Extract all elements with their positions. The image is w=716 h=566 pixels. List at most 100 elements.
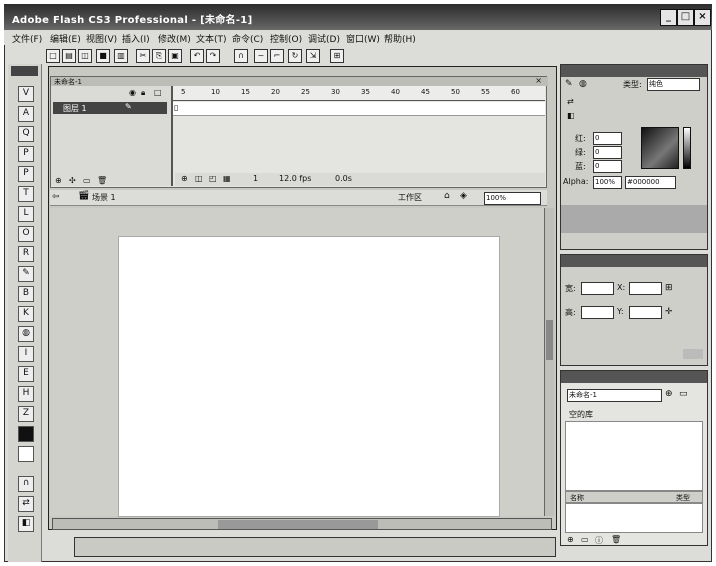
print-icon[interactable]: ▥ <box>114 49 128 63</box>
bridge-icon[interactable]: ◫ <box>78 49 92 63</box>
new-folder-icon[interactable]: ▭ <box>581 535 589 544</box>
hand-tool-icon[interactable]: H <box>18 386 34 402</box>
straighten-icon[interactable]: ⌐ <box>270 49 284 63</box>
scale-icon[interactable]: ⇲ <box>306 49 320 63</box>
menu-file[interactable]: 文件(F) <box>12 32 42 45</box>
menu-view[interactable]: 视图(V) <box>86 32 117 45</box>
ink-bottle-tool-icon[interactable]: K <box>18 306 34 322</box>
line-tool-icon[interactable]: L <box>18 206 34 222</box>
fill-type-select[interactable]: 纯色 <box>647 78 700 91</box>
free-transform-tool-icon[interactable]: Q <box>18 126 34 142</box>
delete-icon[interactable]: 🗑︎ <box>611 535 621 544</box>
type-column-header[interactable]: 类型 <box>676 493 690 503</box>
paint-bucket-tool-icon[interactable]: ◍ <box>18 326 34 342</box>
insert-folder-icon[interactable]: ▭ <box>83 176 91 185</box>
menu-text[interactable]: 文本(T) <box>196 32 227 45</box>
motion-guide-icon[interactable]: ✣ <box>69 176 76 185</box>
snap-magnet-icon[interactable]: ∩ <box>234 49 248 63</box>
default-colors-icon[interactable]: ◧ <box>18 516 34 532</box>
delete-layer-icon[interactable]: 🗑︎ <box>97 176 107 185</box>
close-button[interactable]: × <box>694 9 711 26</box>
save-icon[interactable]: ■ <box>96 49 110 63</box>
scene-name[interactable]: 场景 1 <box>92 192 116 203</box>
pin-icon[interactable]: ⊕ <box>665 389 673 399</box>
zoom-tool-icon[interactable]: Z <box>18 406 34 422</box>
timeline-close-icon[interactable]: × <box>535 76 542 85</box>
onion-skin-icon[interactable]: ◫ <box>195 174 203 183</box>
menu-insert[interactable]: 插入(I) <box>122 32 150 45</box>
menu-commands[interactable]: 命令(C) <box>232 32 263 45</box>
alpha-input[interactable]: 100% <box>593 176 622 189</box>
pencil-tool-icon[interactable]: ✎ <box>18 266 34 282</box>
selection-tool-icon[interactable]: V <box>18 86 34 102</box>
workspace-dropdown[interactable]: 工作区 <box>398 192 422 203</box>
horizontal-scrollbar[interactable] <box>52 518 552 530</box>
blue-input[interactable]: 0 <box>593 160 622 173</box>
menu-modify[interactable]: 修改(M) <box>158 32 191 45</box>
minimize-button[interactable]: _ <box>660 9 677 26</box>
library-document-select[interactable]: 未命名-1 <box>567 389 662 402</box>
menu-window[interactable]: 窗口(W) <box>346 32 380 45</box>
center-frame-icon[interactable]: ⊕ <box>181 174 188 183</box>
oval-tool-icon[interactable]: O <box>18 226 34 242</box>
vertical-scroll-thumb[interactable] <box>546 320 553 360</box>
new-symbol-icon[interactable]: ⊕ <box>567 535 574 544</box>
eye-icon[interactable]: ◉ <box>129 88 136 97</box>
open-folder-icon[interactable]: ▤ <box>62 49 76 63</box>
stroke-color-swatch[interactable] <box>18 426 34 442</box>
menu-edit[interactable]: 编辑(E) <box>50 32 81 45</box>
zoom-field[interactable]: 100% <box>484 192 541 205</box>
library-list[interactable] <box>565 503 703 533</box>
playhead-marker[interactable]: ▯ <box>174 103 178 112</box>
green-input[interactable]: 0 <box>593 146 622 159</box>
insert-layer-icon[interactable]: ⊕ <box>55 176 62 185</box>
menu-help[interactable]: 帮助(H) <box>384 32 416 45</box>
brush-tool-icon[interactable]: B <box>18 286 34 302</box>
new-document-icon[interactable]: □ <box>46 49 60 63</box>
name-column-header[interactable]: 名称 <box>570 493 584 503</box>
subselection-tool-icon[interactable]: A <box>18 106 34 122</box>
smooth-icon[interactable]: ~ <box>254 49 268 63</box>
maximize-button[interactable]: □ <box>677 9 694 26</box>
vertical-scrollbar[interactable] <box>544 208 554 516</box>
redo-icon[interactable]: ↷ <box>206 49 220 63</box>
outline-icon[interactable]: □ <box>154 88 162 97</box>
eyedropper-tool-icon[interactable]: I <box>18 346 34 362</box>
menu-control[interactable]: 控制(O) <box>270 32 302 45</box>
new-library-icon[interactable]: ▭ <box>679 389 688 399</box>
lock-icon[interactable]: 🔒︎ <box>141 88 145 98</box>
stage-canvas[interactable] <box>118 236 500 517</box>
undo-icon[interactable]: ↶ <box>190 49 204 63</box>
text-tool-icon[interactable]: T <box>18 186 34 202</box>
frame-row[interactable]: ▯ <box>173 102 545 116</box>
lasso-tool-icon[interactable]: P <box>18 146 34 162</box>
red-input[interactable]: 0 <box>593 132 622 145</box>
align-icon[interactable]: ⊞ <box>330 49 344 63</box>
copy-icon[interactable]: ⎘ <box>152 49 166 63</box>
horizontal-scroll-thumb[interactable] <box>218 520 378 529</box>
snap-to-objects-icon[interactable]: ∩ <box>18 476 34 492</box>
edit-multiple-frames-icon[interactable]: ▦ <box>223 174 231 183</box>
rotate-icon[interactable]: ↻ <box>288 49 302 63</box>
pen-tool-icon[interactable]: P <box>18 166 34 182</box>
stroke-pencil-icon[interactable]: ✎ <box>565 79 573 89</box>
swap-icon[interactable]: ⇄ <box>567 97 574 106</box>
onion-outline-icon[interactable]: ◰ <box>209 174 217 183</box>
layer-row[interactable]: 图层 1 ✎ <box>53 102 167 114</box>
cut-icon[interactable]: ✂ <box>136 49 150 63</box>
back-arrow-icon[interactable]: ⇦ <box>52 192 60 202</box>
fill-bucket-icon[interactable]: ◍ <box>579 79 587 89</box>
fill-color-swatch[interactable] <box>18 446 34 462</box>
properties-icon[interactable]: ⓘ <box>595 535 603 546</box>
brightness-slider[interactable] <box>683 127 691 169</box>
color-spectrum[interactable] <box>641 127 679 169</box>
rectangle-tool-icon[interactable]: R <box>18 246 34 262</box>
hex-input[interactable]: #000000 <box>625 176 676 189</box>
edit-symbols-icon[interactable]: ◈ <box>460 191 467 201</box>
edit-scene-icon[interactable]: ⌂ <box>444 191 450 201</box>
paste-icon[interactable]: ▣ <box>168 49 182 63</box>
eraser-tool-icon[interactable]: E <box>18 366 34 382</box>
swap-colors-icon[interactable]: ⇄ <box>18 496 34 512</box>
menu-debug[interactable]: 调试(D) <box>308 32 340 45</box>
default-fill-icon[interactable]: ◧ <box>567 111 575 120</box>
